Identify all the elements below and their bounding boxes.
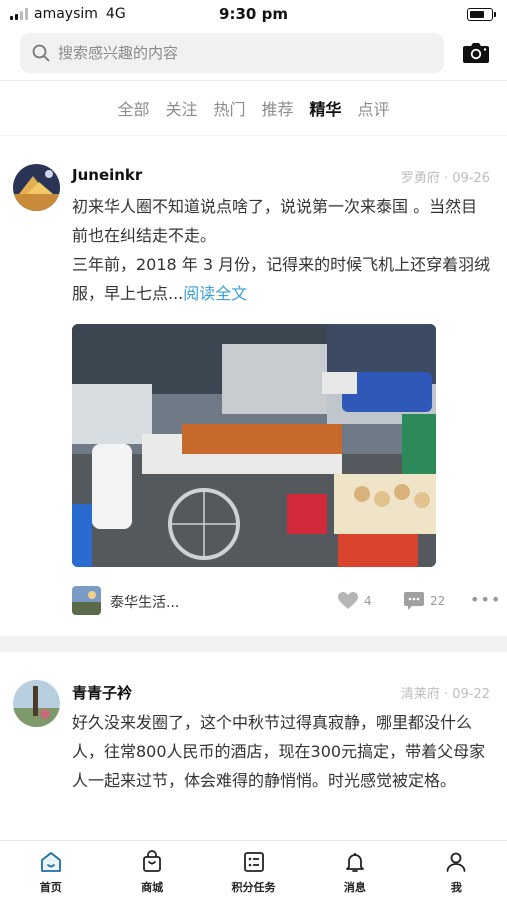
post-author[interactable]: 青青子衿 — [72, 682, 132, 703]
avatar-image — [13, 164, 60, 211]
circle-thumbnail[interactable] — [72, 586, 101, 615]
more-options-icon[interactable]: ••• — [470, 590, 501, 609]
post-paragraph: 初来华人圈不知道说点啥了，说说第一次来泰国 。当然目前也在纠结走不走。 — [72, 197, 478, 245]
search-input[interactable] — [58, 44, 418, 62]
shopping-bag-icon — [143, 850, 162, 872]
nav-tasks[interactable]: 积分任务 — [203, 841, 304, 900]
search-bar-row — [0, 30, 507, 80]
nav-label: 首页 — [39, 881, 62, 894]
avatar[interactable] — [13, 680, 60, 727]
tab-featured[interactable]: 精华 — [310, 96, 342, 120]
nav-shop[interactable]: 商城 — [101, 841, 202, 900]
tab-all[interactable]: 全部 — [117, 96, 149, 120]
post-card[interactable]: 青青子衿 清莱府 · 09-22 好久没来发圈了，这个中秋节过得真寂静，哪里都没… — [0, 652, 507, 840]
comment-button[interactable]: 22 — [404, 592, 445, 610]
post-paragraph-excerpt: 三年前，2018 年 3 月份，记得来的时候飞机上还穿着羽绒服，早上七点...阅… — [72, 250, 492, 308]
avatar[interactable] — [13, 164, 60, 211]
circle-thumbnail-image — [72, 586, 101, 615]
post-photo[interactable] — [72, 324, 436, 567]
heart-icon — [338, 592, 358, 609]
like-button[interactable]: 4 — [338, 592, 372, 610]
tab-recommend[interactable]: 推荐 — [262, 96, 294, 120]
avatar-image — [13, 680, 60, 727]
bottom-nav: 首页 商城 积分任务 消息 我 — [0, 840, 507, 900]
comment-icon — [404, 592, 424, 610]
user-icon — [446, 852, 466, 872]
task-list-icon — [243, 852, 264, 872]
post-meta: 清莱府 · 09-22 — [400, 687, 490, 702]
nav-label: 商城 — [141, 881, 164, 894]
nav-home[interactable]: 首页 — [0, 841, 101, 900]
comment-count: 22 — [430, 594, 446, 608]
post-paragraph: 好久没来发圈了，这个中秋节过得真寂静，哪里都没什么人，往常800人民币的酒店，现… — [72, 713, 486, 790]
nav-label: 积分任务 — [231, 881, 276, 894]
tab-follow[interactable]: 关注 — [165, 96, 197, 120]
tab-reviews[interactable]: 点评 — [358, 96, 390, 120]
read-more-link[interactable]: 阅读全文 — [183, 284, 247, 303]
circle-name[interactable]: 泰华生活... — [110, 592, 179, 612]
post-meta: 罗勇府 · 09-26 — [400, 171, 490, 186]
feed[interactable]: Juneinkr 罗勇府 · 09-26 初来华人圈不知道说点啥了，说说第一次来… — [0, 136, 507, 840]
bell-icon — [346, 853, 364, 872]
category-tabs: 全部 关注 热门 推荐 精华 点评 — [0, 80, 507, 135]
search-icon — [32, 44, 50, 62]
nav-me[interactable]: 我 — [406, 841, 507, 900]
status-bar: amaysim 4G 9:30 pm — [0, 0, 507, 30]
post-excerpt: 三年前，2018 年 3 月份，记得来的时候飞机上还穿着羽绒服，早上七点... — [72, 255, 491, 303]
post-author[interactable]: Juneinkr — [72, 166, 142, 184]
camera-icon[interactable] — [462, 40, 490, 64]
post-body[interactable]: 好久没来发圈了，这个中秋节过得真寂静，哪里都没什么人，往常800人民币的酒店，现… — [72, 708, 492, 795]
home-icon — [40, 852, 61, 872]
battery-icon — [467, 8, 496, 21]
nav-label: 消息 — [343, 881, 366, 894]
street-stall-photo — [72, 324, 436, 567]
post-body[interactable]: 初来华人圈不知道说点啥了，说说第一次来泰国 。当然目前也在纠结走不走。 三年前，… — [72, 192, 492, 308]
like-count: 4 — [364, 594, 372, 608]
post-footer: 泰华生活... 4 22 ••• — [0, 584, 507, 620]
nav-messages[interactable]: 消息 — [304, 841, 405, 900]
battery-level — [469, 10, 484, 18]
tab-hot[interactable]: 热门 — [213, 96, 245, 120]
search-box[interactable] — [20, 33, 444, 73]
nav-label: 我 — [450, 881, 462, 894]
post-card[interactable]: Juneinkr 罗勇府 · 09-26 初来华人圈不知道说点啥了，说说第一次来… — [0, 136, 507, 636]
status-time: 9:30 pm — [219, 5, 288, 23]
